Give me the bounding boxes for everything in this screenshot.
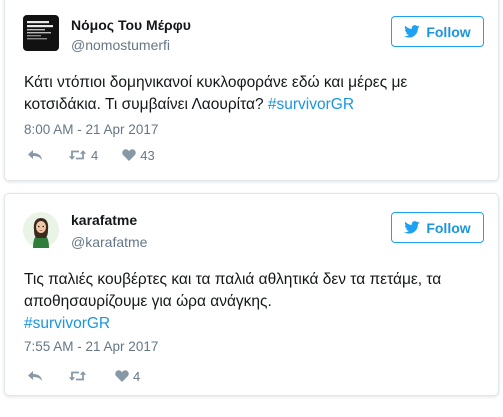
avatar[interactable] bbox=[23, 15, 59, 51]
hashtag-link[interactable]: #survivorGR bbox=[24, 315, 110, 332]
tweet-text: Τις παλιές κουβέρτες και τα παλιά αθλητι… bbox=[24, 269, 480, 335]
avatar-logo-bar bbox=[27, 35, 41, 37]
tweet-text-line: κοτσιδάκια. Τι συμβαίνει Λαουρίτα? #surv… bbox=[24, 94, 480, 116]
tweet-text: Κάτι ντόπιοι δομηνικανοί κυκλοφοράνε εδώ… bbox=[24, 72, 480, 116]
follow-button[interactable]: Follow bbox=[391, 16, 484, 47]
tweet-text-line: #survivorGR bbox=[24, 313, 480, 335]
avatar-logo-bar bbox=[27, 25, 53, 28]
avatar-logo-bar bbox=[27, 29, 45, 31]
retweet-button[interactable] bbox=[68, 370, 91, 382]
like-button[interactable]: 43 bbox=[122, 147, 155, 163]
avatar-logo-bar bbox=[27, 38, 47, 40]
reply-button[interactable] bbox=[27, 149, 43, 161]
avatar-logo-bar bbox=[27, 32, 51, 34]
avatar-image bbox=[23, 212, 59, 248]
timestamp-link[interactable]: 7:55 AM - 21 Apr 2017 bbox=[24, 339, 158, 354]
author-handle[interactable]: @nomostumerfi bbox=[71, 37, 170, 53]
reply-button[interactable] bbox=[27, 370, 43, 382]
follow-button[interactable]: Follow bbox=[391, 212, 484, 243]
like-button[interactable]: 4 bbox=[115, 369, 140, 384]
heart-icon bbox=[115, 370, 129, 382]
author-name[interactable]: karafatme bbox=[71, 212, 137, 228]
avatar-image bbox=[23, 15, 59, 51]
retweet-icon bbox=[68, 150, 87, 160]
tweet-actions: 4 bbox=[27, 366, 140, 386]
twitter-bird-icon bbox=[404, 221, 420, 234]
author-handle[interactable]: @karafatme bbox=[71, 234, 147, 250]
avatar-logo-bar bbox=[27, 21, 49, 24]
retweet-count: 4 bbox=[91, 147, 99, 163]
retweet-icon bbox=[68, 371, 87, 381]
reply-icon bbox=[28, 371, 42, 381]
tweet-text-line: Τις παλιές κουβέρτες και τα παλιά αθλητι… bbox=[24, 271, 442, 288]
avatar[interactable] bbox=[23, 212, 59, 248]
retweet-button[interactable]: 4 bbox=[68, 148, 98, 163]
reply-icon bbox=[28, 150, 42, 160]
follow-label: Follow bbox=[426, 23, 471, 40]
heart-icon bbox=[122, 149, 136, 161]
tweet-card: karafatme @karafatme Follow Τις παλιές κ… bbox=[4, 193, 499, 396]
timestamp-link[interactable]: 8:00 AM - 21 Apr 2017 bbox=[24, 122, 158, 137]
hashtag-link[interactable]: #survivorGR bbox=[268, 96, 354, 113]
tweet-card: Νόμος Του Μέρφυ @nomostumerfi Follow Κάτ… bbox=[4, 0, 499, 181]
like-count: 43 bbox=[140, 147, 155, 163]
tweet-text-fragment: κοτσιδάκια. Τι συμβαίνει Λαουρίτα? bbox=[24, 96, 268, 113]
follow-label: Follow bbox=[426, 219, 471, 236]
like-count: 4 bbox=[133, 368, 141, 384]
tweet-actions: 4 43 bbox=[27, 145, 155, 165]
author-name[interactable]: Νόμος Του Μέρφυ bbox=[71, 17, 191, 33]
twitter-bird-icon bbox=[404, 25, 420, 38]
tweet-text-line: αποθησαυρίζουμε για ώρα ανάγκης. bbox=[24, 293, 272, 310]
tweet-text-line: Κάτι ντόπιοι δομηνικανοί κυκλοφοράνε εδώ… bbox=[24, 74, 408, 91]
